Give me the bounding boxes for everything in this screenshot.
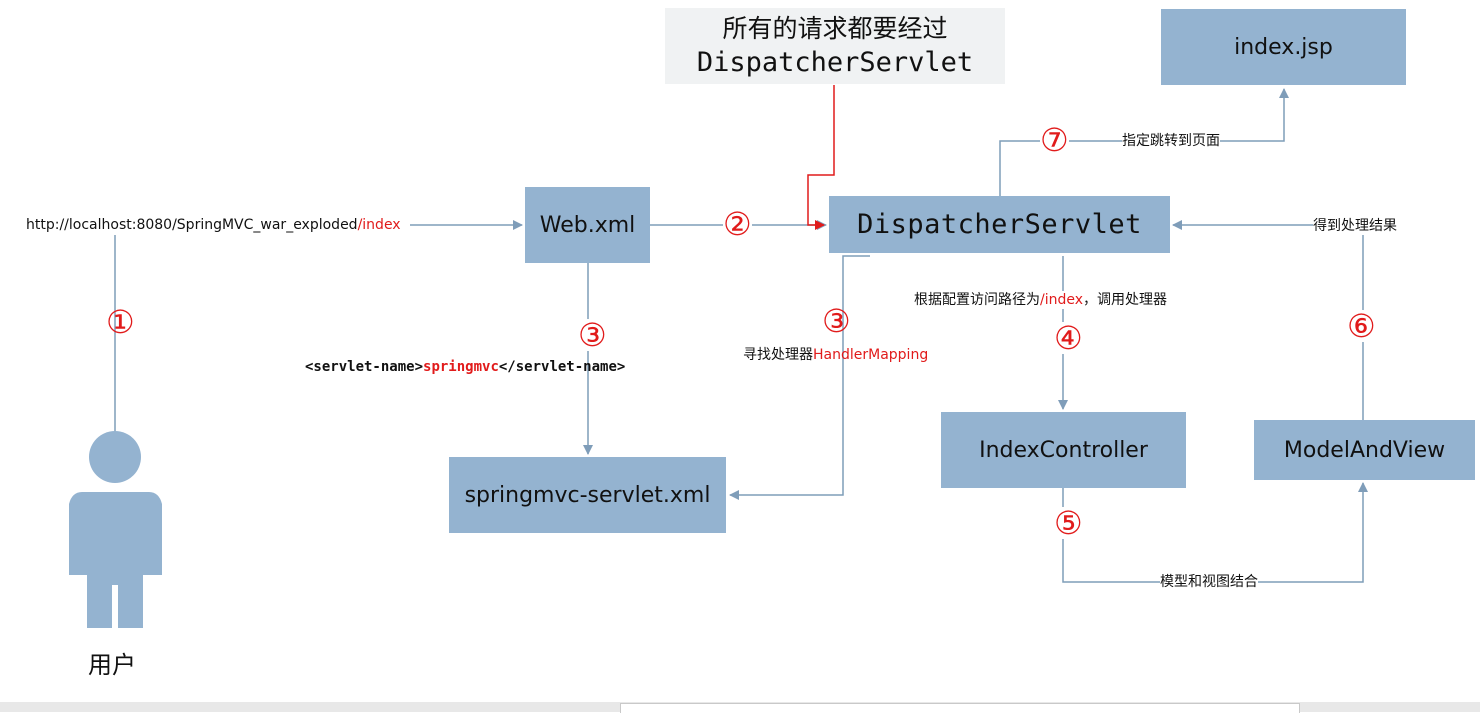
- springmvc-servlet-xml-node: springmvc-servlet.xml: [449, 457, 726, 533]
- index-jsp-node: index.jsp: [1161, 9, 1406, 85]
- servlet-name-close-tag: </servlet-name>: [498, 359, 626, 375]
- user-icon: [69, 431, 162, 628]
- find-handler-text: 寻找处理器: [743, 347, 813, 363]
- route-path-text: /index: [1040, 292, 1084, 308]
- dispatcher-to-servletxml-arrow: [729, 255, 870, 500]
- index-controller-node: IndexController: [941, 412, 1186, 488]
- user-label: 用户: [88, 651, 136, 679]
- request-url-path: /index: [357, 217, 401, 233]
- servlet-name-label: <servlet-name>springmvc</servlet-name>: [305, 359, 625, 375]
- step-6-marker: ⑥: [1347, 307, 1376, 345]
- step-3a-marker: ③: [578, 316, 607, 354]
- request-url-prefix: http://localhost:8080/SpringMVC_war_expl…: [26, 217, 358, 233]
- handler-mapping-text: HandlerMapping: [813, 347, 929, 363]
- servlet-name-open-tag: <servlet-name>: [305, 359, 424, 375]
- flow-connectors: [69, 85, 1368, 628]
- web-xml-node: Web.xml: [525, 187, 650, 263]
- dispatcher-servlet-node: DispatcherServlet: [829, 196, 1170, 253]
- get-result-label: 得到处理结果: [1313, 217, 1397, 235]
- modelandview-to-dispatcher-arrow: [1172, 220, 1364, 420]
- jump-page-label: 指定跳转到页面: [1122, 132, 1220, 150]
- route-prefix-text: 根据配置访问路径为: [914, 292, 1040, 308]
- step-7-marker: ⑦: [1040, 121, 1069, 159]
- step-4-marker: ④: [1054, 319, 1083, 357]
- route-suffix-text: ，调用处理器: [1083, 292, 1168, 308]
- step-2-marker: ②: [723, 205, 752, 243]
- step-5-marker: ⑤: [1054, 504, 1083, 542]
- servlet-name-value: springmvc: [423, 359, 499, 375]
- dispatcher-callout: 所有的请求都要经过 DispatcherServlet: [665, 8, 1005, 84]
- request-url-label: http://localhost:8080/SpringMVC_war_expl…: [26, 216, 401, 234]
- model-and-view-node: ModelAndView: [1254, 420, 1475, 480]
- find-handler-label: 寻找处理器HandlerMapping: [743, 346, 928, 364]
- callout-line-1: 所有的请求都要经过: [722, 14, 948, 43]
- step-1-marker: ①: [106, 303, 135, 341]
- route-label: 根据配置访问路径为/index，调用处理器: [914, 291, 1168, 309]
- callout-line-2: DispatcherServlet: [696, 47, 974, 78]
- combine-label: 模型和视图结合: [1160, 573, 1258, 591]
- step-3b-marker: ③: [822, 302, 851, 340]
- controller-to-modelandview-arrow: [1062, 482, 1368, 583]
